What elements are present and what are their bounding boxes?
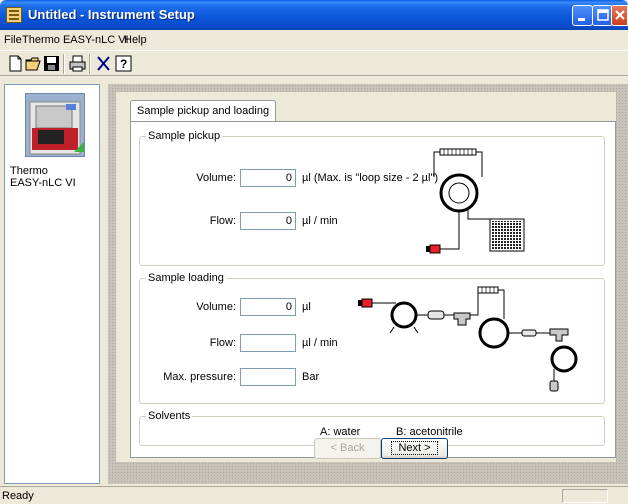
menu-bar: File Thermo EASY-nLC VI Help	[0, 30, 628, 50]
toolbar-separator-2	[89, 54, 91, 74]
next-button-label: Next >	[391, 441, 438, 455]
maximize-button[interactable]	[592, 5, 613, 26]
app-icon[interactable]	[6, 7, 22, 23]
pickup-flow-label: Flow:	[209, 215, 236, 227]
menu-help[interactable]: Help	[124, 34, 147, 46]
loading-pressure-label: Max. pressure:	[163, 371, 236, 383]
save-icon[interactable]	[42, 54, 61, 73]
pickup-flow-unit: µl / min	[302, 215, 338, 227]
title-bar[interactable]: Untitled - Instrument Setup	[0, 0, 628, 30]
instrument-list-panel: Thermo EASY-nLC VI	[4, 84, 100, 484]
help-icon[interactable]: ?	[114, 54, 133, 73]
status-text: Ready	[2, 490, 34, 502]
print-icon[interactable]	[68, 54, 87, 73]
status-bar: Ready	[0, 486, 628, 504]
loading-pressure-input[interactable]	[240, 368, 296, 386]
minimize-button[interactable]	[572, 5, 593, 26]
solvent-b-label: B: acetonitrile	[396, 426, 463, 438]
menu-file[interactable]: File	[4, 34, 22, 46]
instrument-setup-window: Untitled - Instrument Setup File Thermo …	[0, 0, 628, 504]
loading-volume-label: Volume:	[196, 301, 236, 313]
thermo-easy-nlc-device-icon[interactable]	[25, 93, 85, 157]
back-button[interactable]: < Back	[314, 438, 381, 459]
device-name-line2: EASY-nLC VI	[10, 177, 76, 189]
loading-pressure-unit: Bar	[302, 371, 320, 383]
loading-flow-input[interactable]	[240, 334, 296, 352]
tab-sample-pickup-and-loading[interactable]: Sample pickup and loading	[130, 100, 277, 122]
sample-pickup-diagram	[426, 148, 525, 254]
loading-flow-label: Flow:	[209, 337, 236, 349]
minimize-icon	[578, 18, 585, 21]
toolbar-separator	[63, 54, 65, 74]
window-title: Untitled - Instrument Setup	[28, 7, 195, 22]
menu-file-label: File	[4, 34, 22, 46]
device-name-label: Thermo EASY-nLC VI	[10, 165, 76, 189]
status-panel	[562, 489, 608, 503]
loading-flow-unit: µl / min	[302, 337, 338, 349]
solvent-a-label: A: water	[320, 426, 361, 438]
loading-volume-input[interactable]	[240, 298, 296, 316]
device-name-line1: Thermo	[10, 165, 48, 177]
pickup-volume-label: Volume:	[196, 172, 236, 184]
setup-page: Sample pickup and loading Sample pickup …	[116, 92, 616, 462]
tab-page: Sample pickup Volume: µl (Max. is "loop …	[130, 121, 616, 458]
loading-volume-unit: µl	[302, 301, 311, 313]
menu-thermo-label: Thermo EASY-nLC VI	[22, 34, 129, 46]
sample-loading-title: Sample loading	[146, 272, 226, 284]
menu-help-label: Help	[124, 34, 147, 46]
new-document-icon[interactable]	[6, 54, 25, 73]
maximize-icon	[597, 9, 609, 21]
toolbar: ?	[0, 50, 628, 76]
sample-loading-group: Sample loading Volume: µl Flow: µl / min…	[139, 272, 605, 404]
close-button[interactable]	[611, 5, 628, 26]
next-button[interactable]: Next >	[381, 438, 448, 459]
cut-icon[interactable]	[94, 54, 113, 73]
solvents-title: Solvents	[146, 410, 193, 422]
pickup-volume-unit: µl (Max. is "loop size - 2 µl")	[302, 172, 439, 184]
svg-text:?: ?	[120, 57, 127, 71]
sample-pickup-group: Sample pickup Volume: µl (Max. is "loop …	[139, 130, 605, 266]
menu-thermo-easy-nlc[interactable]: Thermo EASY-nLC VI	[22, 34, 129, 46]
main-panel: Sample pickup and loading Sample pickup …	[108, 84, 628, 484]
close-icon	[615, 10, 625, 20]
sample-pickup-title: Sample pickup	[146, 130, 223, 142]
pickup-flow-input[interactable]	[240, 212, 296, 230]
open-folder-icon[interactable]	[24, 54, 43, 73]
pickup-volume-input[interactable]	[240, 169, 296, 187]
sample-loading-diagram	[358, 286, 578, 392]
